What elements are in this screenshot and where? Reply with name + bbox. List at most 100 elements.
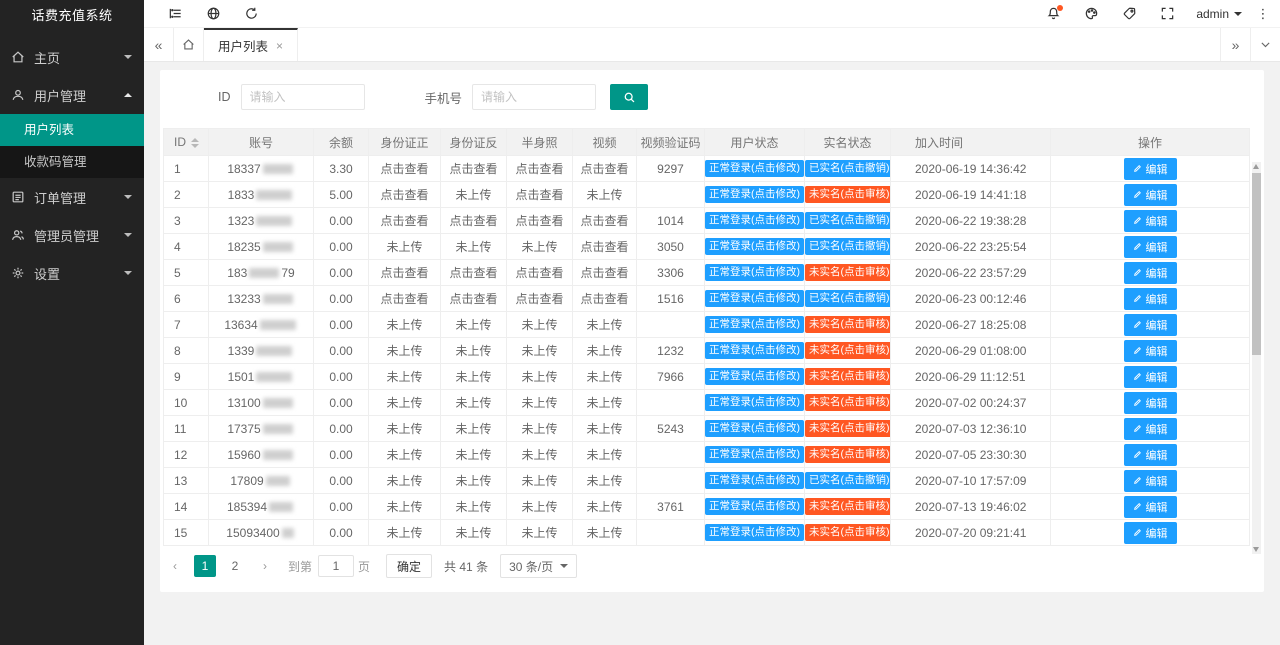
cell-video[interactable]: 点击查看	[572, 155, 637, 182]
tab-close-icon[interactable]: ×	[276, 39, 283, 53]
tab-user-list[interactable]: 用户列表 ×	[204, 28, 299, 61]
edit-button[interactable]: 编辑	[1123, 287, 1177, 310]
tabs-menu-icon[interactable]	[1250, 28, 1280, 61]
user-status-badge[interactable]: 正常登录(点击修改)	[705, 498, 804, 515]
cell-id-front[interactable]: 点击查看	[368, 259, 441, 286]
user-menu[interactable]: admin	[1186, 7, 1252, 21]
refresh-icon[interactable]	[232, 0, 270, 28]
page-button-2[interactable]: 2	[224, 555, 246, 577]
scrollbar-thumb[interactable]	[1252, 173, 1261, 355]
user-status-badge[interactable]: 正常登录(点击修改)	[705, 342, 804, 359]
user-status-badge[interactable]: 正常登录(点击修改)	[705, 290, 804, 307]
real-name-status-badge[interactable]: 未实名(点击审核)	[805, 264, 890, 281]
user-status-badge[interactable]: 正常登录(点击修改)	[705, 212, 804, 229]
edit-button[interactable]: 编辑	[1123, 495, 1177, 518]
real-name-status-badge[interactable]: 未实名(点击审核)	[805, 446, 890, 463]
user-status-badge[interactable]: 正常登录(点击修改)	[705, 264, 804, 281]
cell-id-back[interactable]: 点击查看	[440, 259, 507, 286]
real-name-status-badge[interactable]: 未实名(点击审核)	[805, 368, 890, 385]
edit-button[interactable]: 编辑	[1123, 391, 1177, 414]
edit-button[interactable]: 编辑	[1123, 443, 1177, 466]
fullscreen-icon[interactable]	[1148, 0, 1186, 28]
cell-video[interactable]: 点击查看	[572, 233, 637, 260]
globe-icon[interactable]	[194, 0, 232, 28]
scroll-down-arrow[interactable]	[1253, 547, 1259, 552]
prev-page-button[interactable]: ‹	[164, 555, 186, 577]
sidebar-item-payment-codes[interactable]: 收款码管理	[0, 146, 144, 178]
sidebar-item-user-management[interactable]: 用户管理	[0, 76, 144, 114]
edit-button[interactable]: 编辑	[1123, 339, 1177, 362]
cell-id-front[interactable]: 点击查看	[368, 181, 441, 208]
edit-button[interactable]: 编辑	[1123, 313, 1177, 336]
user-status-badge[interactable]: 正常登录(点击修改)	[705, 472, 804, 489]
edit-button[interactable]: 编辑	[1123, 261, 1177, 284]
tabs-scroll-left-icon[interactable]: «	[144, 28, 174, 61]
cell-id-front[interactable]: 点击查看	[368, 285, 441, 312]
cell-id-front[interactable]: 点击查看	[368, 207, 441, 234]
sidebar-item-home[interactable]: 主页	[0, 38, 144, 76]
sort-icon[interactable]	[191, 137, 199, 148]
cell-video[interactable]: 点击查看	[572, 285, 637, 312]
real-name-status-badge[interactable]: 未实名(点击审核)	[805, 316, 890, 333]
cell-video[interactable]: 点击查看	[572, 207, 637, 234]
tabs-scroll-right-icon[interactable]: »	[1220, 28, 1250, 61]
real-name-status-badge[interactable]: 已实名(点击撤销)	[805, 238, 890, 255]
real-name-status-badge[interactable]: 已实名(点击撤销)	[805, 212, 890, 229]
cell-id-back[interactable]: 点击查看	[440, 285, 507, 312]
user-status-badge[interactable]: 正常登录(点击修改)	[705, 524, 804, 541]
user-status-badge[interactable]: 正常登录(点击修改)	[705, 420, 804, 437]
theme-palette-icon[interactable]	[1072, 0, 1110, 28]
user-status-badge[interactable]: 正常登录(点击修改)	[705, 238, 804, 255]
cell-id-back[interactable]: 点击查看	[440, 207, 507, 234]
edit-button[interactable]: 编辑	[1123, 469, 1177, 492]
sidebar-item-settings[interactable]: 设置	[0, 254, 144, 292]
real-name-status-badge[interactable]: 未实名(点击审核)	[805, 524, 890, 541]
next-page-button[interactable]: ›	[254, 555, 276, 577]
cell-id-front[interactable]: 点击查看	[368, 155, 441, 182]
id-input[interactable]	[240, 84, 365, 110]
collapse-sidebar-icon[interactable]	[156, 0, 194, 28]
tab-home-icon[interactable]	[174, 28, 204, 61]
real-name-status-badge[interactable]: 未实名(点击审核)	[805, 186, 890, 203]
table-scrollbar[interactable]	[1252, 162, 1261, 554]
real-name-status-badge[interactable]: 已实名(点击撤销)	[805, 160, 890, 177]
per-page-select[interactable]: 30 条/页	[500, 554, 578, 578]
edit-button[interactable]: 编辑	[1123, 235, 1177, 258]
notifications-bell-icon[interactable]	[1034, 0, 1072, 28]
more-options-icon[interactable]: ⋮	[1252, 6, 1274, 22]
real-name-status-badge[interactable]: 已实名(点击撤销)	[805, 290, 890, 307]
scroll-up-arrow[interactable]	[1253, 164, 1259, 169]
real-name-status-badge[interactable]: 未实名(点击审核)	[805, 420, 890, 437]
user-status-badge[interactable]: 正常登录(点击修改)	[705, 394, 804, 411]
goto-page-input[interactable]	[318, 555, 355, 577]
sidebar-item-admin-management[interactable]: 管理员管理	[0, 216, 144, 254]
user-status-badge[interactable]: 正常登录(点击修改)	[705, 186, 804, 203]
edit-button[interactable]: 编辑	[1123, 183, 1177, 206]
real-name-status-badge[interactable]: 未实名(点击审核)	[805, 498, 890, 515]
phone-input[interactable]	[472, 84, 597, 110]
search-button[interactable]	[610, 84, 649, 110]
user-status-badge[interactable]: 正常登录(点击修改)	[705, 368, 804, 385]
cell-half-photo[interactable]: 点击查看	[506, 181, 573, 208]
real-name-status-badge[interactable]: 未实名(点击审核)	[805, 342, 890, 359]
cell-half-photo[interactable]: 点击查看	[506, 259, 573, 286]
real-name-status-badge[interactable]: 未实名(点击审核)	[805, 394, 890, 411]
edit-button[interactable]: 编辑	[1123, 365, 1177, 388]
sidebar-item-user-list[interactable]: 用户列表	[0, 114, 144, 146]
cell-video[interactable]: 点击查看	[572, 259, 637, 286]
user-status-badge[interactable]: 正常登录(点击修改)	[705, 316, 804, 333]
edit-button[interactable]: 编辑	[1123, 209, 1177, 232]
edit-button[interactable]: 编辑	[1123, 521, 1177, 544]
real-name-status-badge[interactable]: 已实名(点击撤销)	[805, 472, 890, 489]
cell-half-photo[interactable]: 点击查看	[506, 285, 573, 312]
cell-id-back[interactable]: 点击查看	[440, 155, 507, 182]
cell-half-photo[interactable]: 点击查看	[506, 155, 573, 182]
user-status-badge[interactable]: 正常登录(点击修改)	[705, 160, 804, 177]
tag-icon[interactable]	[1110, 0, 1148, 28]
goto-confirm-button[interactable]: 确定	[386, 554, 433, 578]
cell-half-photo[interactable]: 点击查看	[506, 207, 573, 234]
edit-button[interactable]: 编辑	[1123, 157, 1177, 180]
edit-button[interactable]: 编辑	[1123, 417, 1177, 440]
sidebar-item-order-management[interactable]: 订单管理	[0, 178, 144, 216]
page-button-1[interactable]: 1	[194, 555, 216, 577]
